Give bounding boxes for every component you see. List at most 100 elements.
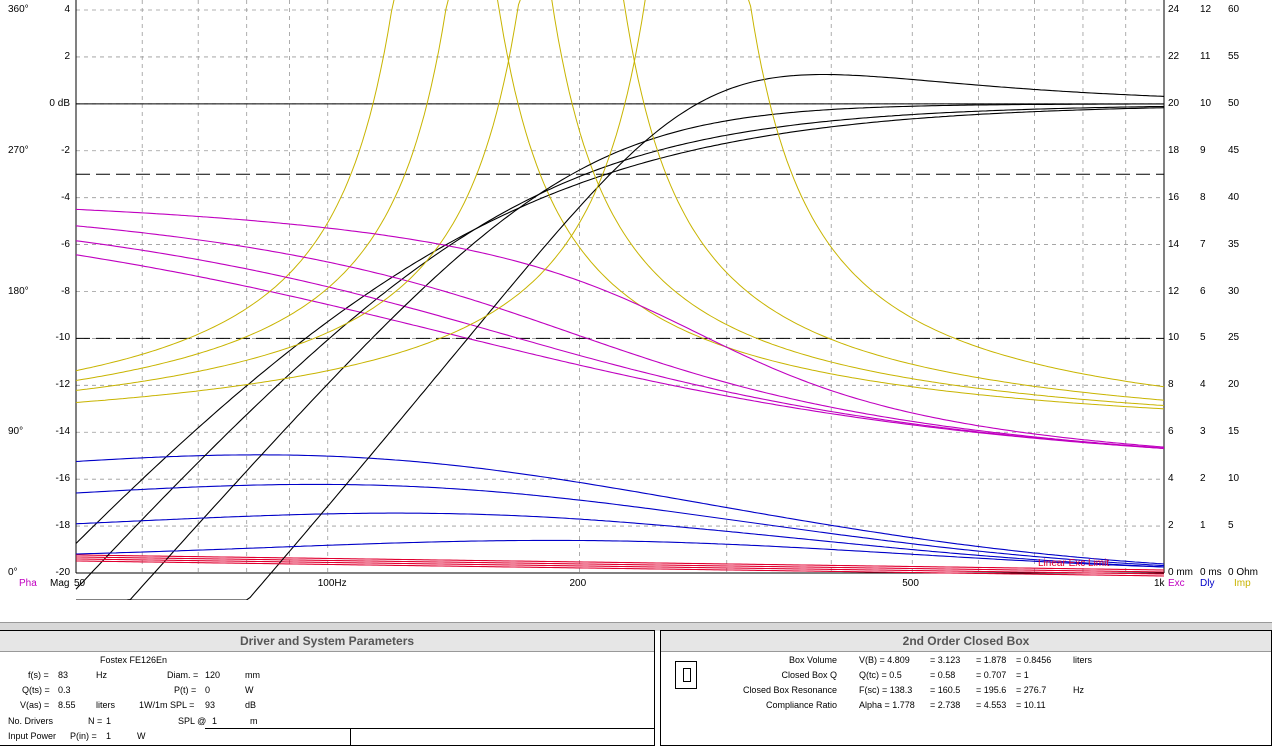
input-label: Input Power <box>8 731 57 741</box>
exc-tick-label: 6 <box>1168 426 1174 438</box>
closed-box-panel: 2nd Order Closed Box Box Volume V(B) = 4.… <box>660 630 1272 746</box>
exc-tick-label: 10 <box>1168 332 1180 344</box>
fs-value[interactable]: 83 <box>58 670 68 681</box>
drivers-value[interactable]: 1 <box>106 716 111 727</box>
dly-tick-label: 5 <box>1200 332 1206 344</box>
box-row-value[interactable]: V(B) = 4.809 <box>859 655 910 666</box>
input-unit: W <box>137 731 146 741</box>
response-graph[interactable] <box>0 0 1272 600</box>
phase-tick-label: 90° <box>8 426 24 438</box>
mag-tick-label: -4 <box>61 191 70 203</box>
box-row-value[interactable]: = 160.5 <box>930 685 960 696</box>
input-value[interactable]: 1 <box>106 731 111 742</box>
driver-panel-title: Driver and System Parameters <box>0 631 654 652</box>
vas-value[interactable]: 8.55 <box>58 700 76 711</box>
vas-unit: liters <box>96 700 116 710</box>
drivers-label: No. Drivers <box>8 716 54 726</box>
fs-label: f(s) = <box>28 670 49 680</box>
imp-tick-label: 20 <box>1228 379 1240 391</box>
exc-legend: Exc <box>1168 578 1185 589</box>
box-row-value[interactable]: = 1.878 <box>976 655 1006 666</box>
dly-tick-label: 8 <box>1200 191 1206 203</box>
impedance-curve-4 <box>75 0 1165 403</box>
imp-tick-label: 0 Ohm <box>1228 567 1259 578</box>
linear-exc-limit-label: Linear Exc Limit <box>1038 558 1110 569</box>
splat-value[interactable]: 1 <box>212 716 217 727</box>
magnitude-curve-3 <box>76 103 1164 600</box>
pt-label: P(t) = <box>174 685 197 695</box>
mag-tick-label: -14 <box>55 426 70 438</box>
box-row-value[interactable]: = 1 <box>1016 670 1029 681</box>
box-row-unit: Hz <box>1073 685 1084 695</box>
box-row-value[interactable]: = 195.6 <box>976 685 1006 696</box>
graph-canvas[interactable] <box>0 0 1272 600</box>
box-row-value[interactable]: = 4.553 <box>976 700 1006 711</box>
x-tick-label: 1k <box>1154 578 1165 589</box>
x-tick-label: 50 <box>74 578 86 589</box>
mag-tick-label: -12 <box>55 379 70 391</box>
input-eq: P(in) = <box>70 731 97 741</box>
excursion-curve-4 <box>76 560 1165 577</box>
delay-curve-2 <box>75 483 1165 567</box>
magnitude-curve-4 <box>76 73 1165 600</box>
imp-tick-label: 45 <box>1228 144 1240 156</box>
mag-tick-label: -6 <box>61 238 70 250</box>
x-tick-label: 500 <box>902 578 919 589</box>
magnitude-curve-1 <box>75 107 1165 544</box>
box-row-value[interactable]: = 0.707 <box>976 670 1006 681</box>
mag-tick-label: 0 dB <box>49 97 70 109</box>
box-row-label: Closed Box Q <box>781 670 837 680</box>
pt-value[interactable]: 0 <box>205 685 210 696</box>
closed-box-icon[interactable] <box>675 661 697 689</box>
x-tick-label: 100Hz <box>317 578 347 589</box>
phase-tick-label: 360° <box>8 4 29 15</box>
box-row-value[interactable]: = 276.7 <box>1016 685 1046 696</box>
impedance-curve-1 <box>75 0 1165 410</box>
mag-tick-label: -20 <box>55 567 70 578</box>
impedance-curve-2 <box>75 0 1165 406</box>
driver-name[interactable]: Fostex FE126En <box>100 655 167 666</box>
mag-tick-label: 2 <box>64 50 70 62</box>
qts-value[interactable]: 0.3 <box>58 685 71 696</box>
diam-value[interactable]: 120 <box>205 670 220 681</box>
box-row-value[interactable]: = 2.738 <box>930 700 960 711</box>
phase-curve-1 <box>75 254 1165 450</box>
impedance-curve-3 <box>75 0 1165 401</box>
imp-tick-label: 25 <box>1228 332 1240 344</box>
diam-label: Diam. = <box>167 670 199 680</box>
vas-label: V(as) = <box>20 700 50 710</box>
exc-tick-label: 14 <box>1168 238 1180 250</box>
mag-tick-label: -10 <box>55 332 70 344</box>
exc-tick-label: 12 <box>1168 285 1180 297</box>
box-row-label: Closed Box Resonance <box>742 685 837 695</box>
box-row-value[interactable]: = 0.58 <box>930 670 955 681</box>
box-row-value[interactable]: Alpha = 1.778 <box>859 700 915 711</box>
imp-tick-label: 35 <box>1228 238 1240 250</box>
dly-tick-label: 4 <box>1200 379 1206 391</box>
box-row-value[interactable]: Q(tc) = 0.5 <box>859 670 902 681</box>
phase-tick-label: 180° <box>8 285 29 297</box>
box-row-value[interactable]: F(sc) = 138.3 <box>859 685 912 696</box>
exc-tick-label: 4 <box>1168 473 1174 485</box>
imp-tick-label: 10 <box>1228 473 1240 485</box>
driver-parameters-panel: Driver and System Parameters Fostex FE12… <box>0 630 655 746</box>
imp-tick-label: 40 <box>1228 191 1240 203</box>
excursion-curve-3 <box>76 558 1165 575</box>
splat-unit: m <box>250 716 258 726</box>
dly-tick-label: 3 <box>1200 426 1206 438</box>
spl-value[interactable]: 93 <box>205 700 215 711</box>
x-tick-label: 200 <box>569 578 587 589</box>
imp-tick-label: 15 <box>1228 426 1240 438</box>
exc-tick-label: 8 <box>1168 379 1174 391</box>
dly-tick-label: 7 <box>1200 238 1206 250</box>
pha-legend: Pha <box>19 578 37 589</box>
dly-tick-label: 6 <box>1200 285 1206 297</box>
splat-label: SPL @ <box>178 716 207 726</box>
mag-tick-label: -16 <box>55 473 70 485</box>
box-row-value[interactable]: = 3.123 <box>930 655 960 666</box>
exc-tick-label: 22 <box>1168 50 1180 62</box>
box-row-value[interactable]: = 10.11 <box>1016 700 1046 711</box>
box-row-value[interactable]: = 0.8456 <box>1016 655 1051 666</box>
imp-tick-label: 55 <box>1228 50 1240 62</box>
box-row-label: Compliance Ratio <box>765 700 837 710</box>
